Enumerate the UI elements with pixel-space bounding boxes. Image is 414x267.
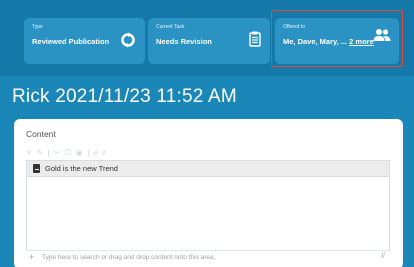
drop-zone-hint: Type here to search or drag and drop con…	[42, 254, 216, 261]
page-title: Rick 2021/11/23 11:52 AM	[12, 86, 237, 107]
refresh-icon	[121, 32, 135, 48]
content-item-title: Gold is the new Trend	[45, 164, 118, 173]
document-icon	[33, 164, 40, 173]
link-icon[interactable]: ∂	[94, 150, 97, 157]
type-card-value: Reviewed Publication	[32, 37, 110, 46]
offered-to-names: Me, Dave, Mary, ...	[283, 37, 348, 46]
offered-to-card[interactable]: Offered to Me, Dave, Mary, ... 2 more	[275, 18, 399, 64]
editor-toolbar: ✕ ✎ ✂ ❐ ▣ ∂ ∂	[26, 148, 105, 158]
unlink-icon[interactable]: ∂	[102, 150, 105, 157]
cut-icon[interactable]: ✂	[54, 149, 60, 157]
type-card-label: Type	[32, 24, 43, 30]
offered-to-value: Me, Dave, Mary, ... 2 more	[283, 37, 374, 46]
edit-icon[interactable]: ✎	[37, 149, 43, 157]
type-card: Type Reviewed Publication	[24, 18, 145, 64]
current-task-card: Current Task Needs Revision	[148, 18, 270, 64]
users-icon	[373, 29, 391, 41]
clipboard-icon	[249, 31, 261, 47]
current-task-label: Current Task	[156, 24, 185, 30]
content-panel: Content ✕ ✎ ✂ ❐ ▣ ∂ ∂ Gold is the new Tr…	[14, 119, 403, 267]
content-drop-zone[interactable]: + Type here to search or drag and drop c…	[26, 250, 390, 264]
copy-icon[interactable]: ❐	[65, 149, 71, 157]
paste-icon[interactable]: ▣	[76, 149, 83, 157]
content-editor[interactable]: Gold is the new Trend	[26, 160, 390, 263]
offered-to-label: Offered to	[283, 24, 306, 30]
content-item[interactable]: Gold is the new Trend	[27, 161, 389, 177]
add-icon[interactable]: +	[29, 252, 34, 262]
toolbar-divider	[87, 149, 89, 157]
current-task-value: Needs Revision	[156, 37, 212, 46]
more-assignees-link[interactable]: 2 more	[349, 37, 374, 46]
close-icon[interactable]: ✕	[26, 149, 32, 157]
toolbar-divider	[47, 149, 49, 157]
content-label: Content	[26, 129, 56, 139]
resize-handle-icon[interactable]: //	[381, 253, 385, 260]
